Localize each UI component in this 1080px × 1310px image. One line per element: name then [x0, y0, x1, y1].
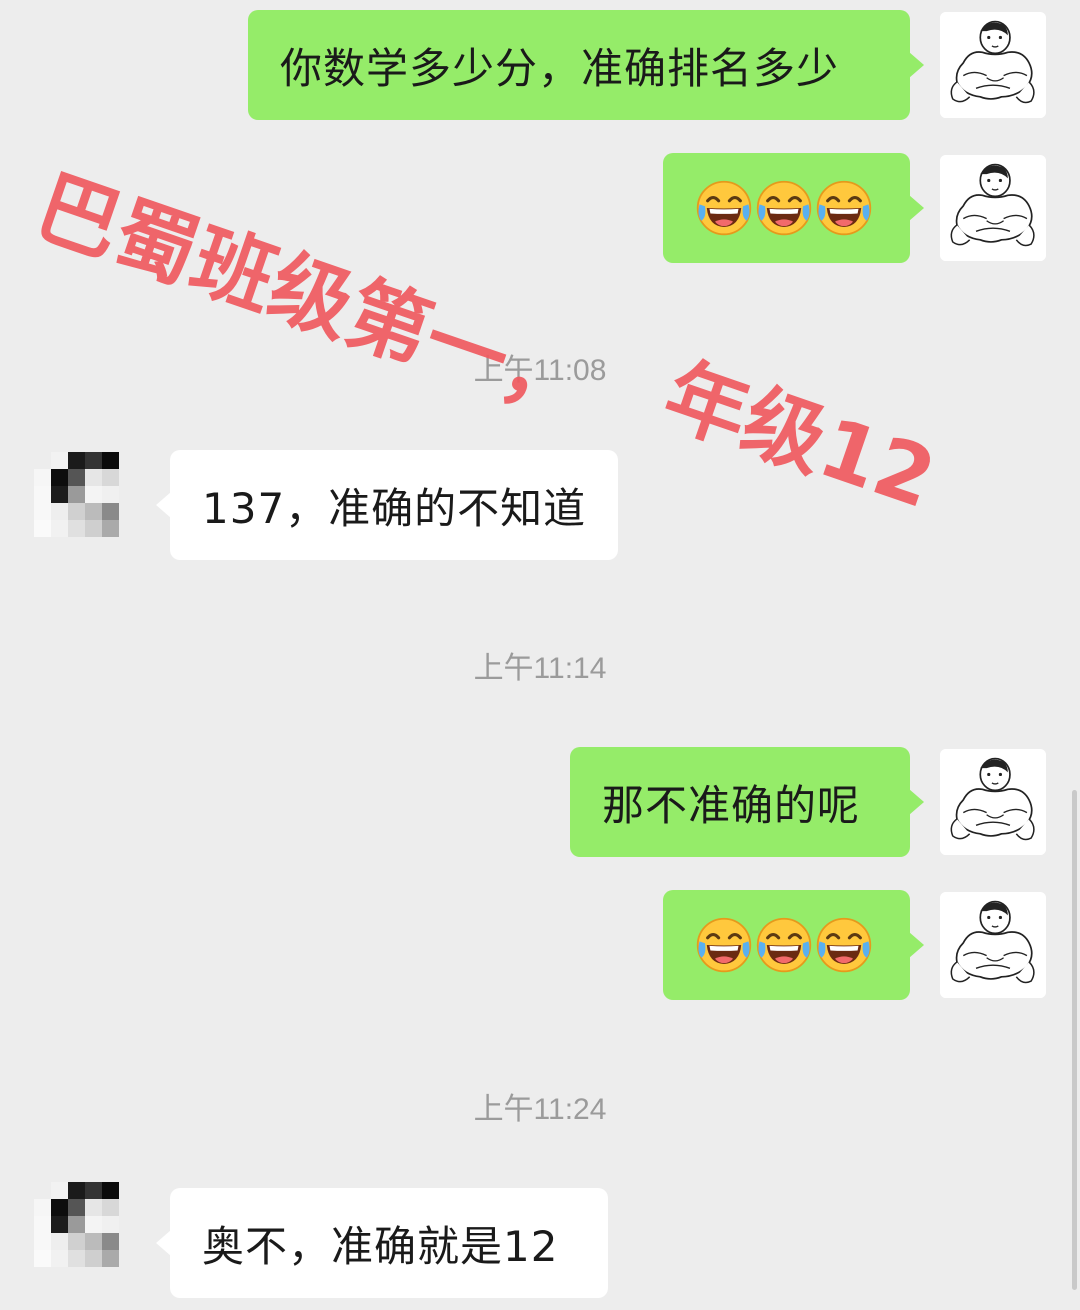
scrollbar[interactable] — [1072, 790, 1077, 1290]
outgoing-message-bubble[interactable]: 那不准确的呢 — [570, 747, 924, 857]
my-avatar[interactable] — [940, 12, 1046, 118]
laughing-tears-emoji-icon — [755, 179, 813, 237]
my-avatar[interactable] — [940, 155, 1046, 261]
outgoing-emoji-bubble[interactable] — [663, 890, 924, 1000]
laughing-tears-emoji-icon — [815, 179, 873, 237]
emoji-row — [663, 916, 905, 974]
laughing-tears-emoji-icon — [695, 916, 753, 974]
my-avatar[interactable] — [940, 749, 1046, 855]
message-text: 奥不，准确就是12 — [202, 1221, 559, 1271]
muscle-man-avatar-icon — [940, 749, 1046, 855]
muscle-man-avatar-icon — [940, 12, 1046, 118]
contact-avatar-pixelated[interactable] — [34, 1182, 136, 1284]
overlay-annotation-line1: 巴蜀班级第一， — [24, 158, 599, 436]
my-avatar[interactable] — [940, 892, 1046, 998]
timestamp: 上午11:24 — [473, 1093, 607, 1126]
message-text: 137，准确的不知道 — [202, 483, 587, 533]
outgoing-emoji-bubble[interactable] — [663, 153, 924, 263]
laughing-tears-emoji-icon — [695, 179, 753, 237]
incoming-message-bubble[interactable]: 奥不，准确就是12 — [156, 1188, 608, 1298]
laughing-tears-emoji-icon — [815, 916, 873, 974]
message-text: 你数学多少分，准确排名多少 — [280, 43, 840, 93]
contact-avatar-pixelated[interactable] — [34, 452, 136, 554]
laughing-tears-emoji-icon — [755, 916, 813, 974]
incoming-message-bubble[interactable]: 137，准确的不知道 — [156, 450, 618, 560]
pixelated-avatar-icon — [34, 1182, 136, 1284]
muscle-man-avatar-icon — [940, 892, 1046, 998]
timestamp: 上午11:14 — [473, 652, 607, 685]
message-text: 那不准确的呢 — [602, 780, 861, 830]
pixelated-avatar-icon — [34, 452, 136, 554]
outgoing-message-bubble[interactable]: 你数学多少分，准确排名多少 — [248, 10, 924, 120]
muscle-man-avatar-icon — [940, 155, 1046, 261]
emoji-row — [663, 179, 905, 237]
chat-area[interactable]: 你数学多少分，准确排名多少 上午11:08 137，准确的不知道 上午11:14… — [0, 0, 1080, 1310]
timestamp: 上午11:08 — [473, 354, 607, 387]
